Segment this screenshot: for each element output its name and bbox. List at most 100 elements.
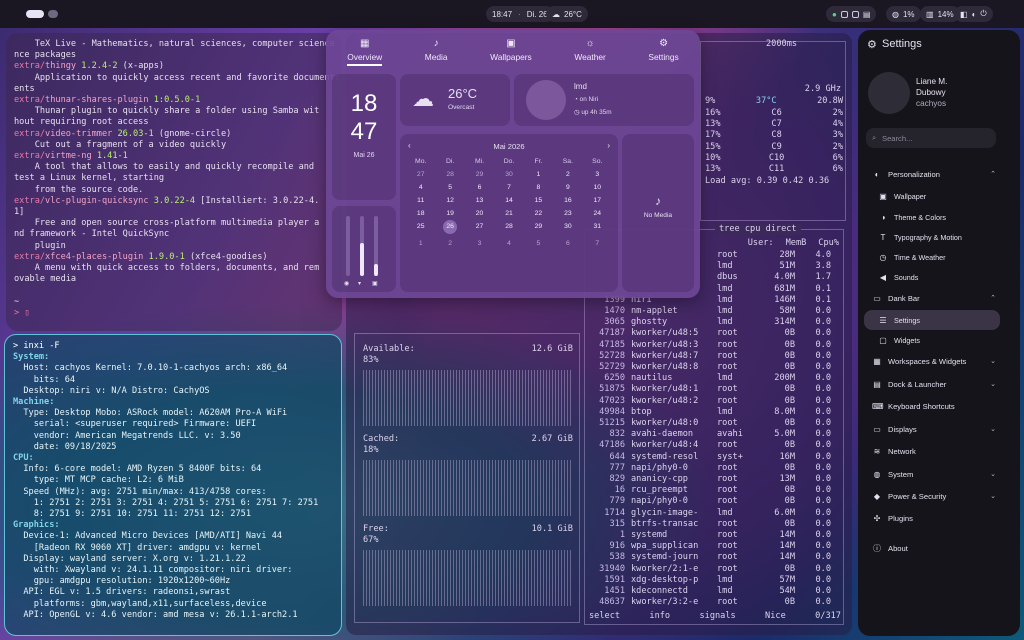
calendar-day[interactable]: 26 — [435, 220, 464, 234]
process-row[interactable]: 779 napi/phy0-0 root 0B 0.0 — [589, 496, 839, 507]
slider-track[interactable] — [374, 216, 378, 276]
calendar-day[interactable]: 19 — [435, 210, 464, 217]
calendar-day[interactable]: 15 — [524, 197, 553, 204]
process-row[interactable]: 916 wpa_supplican root 14M 0.0 — [589, 541, 839, 552]
nav-item-theme-colors[interactable]: ◑ Theme & Colors — [864, 207, 1000, 227]
process-row[interactable]: 538 systemd-journ root 14M 0.0 — [589, 552, 839, 563]
quick-actions-chip[interactable]: ◧ ◐ ⏻ — [954, 6, 993, 22]
tab-wallpapers[interactable]: ▣ Wallpapers — [490, 38, 532, 66]
select-button[interactable]: select — [589, 611, 620, 622]
nice-button[interactable]: Nice — [765, 611, 786, 622]
tab-settings[interactable]: ⚙ Settings — [648, 38, 678, 66]
calendar-day[interactable]: 5 — [435, 184, 464, 191]
col-cpu[interactable]: Cpu% — [818, 238, 839, 249]
next-month-button[interactable]: › — [607, 141, 610, 150]
nav-item-widgets[interactable]: ▢ Widgets — [864, 330, 1000, 350]
calendar-day[interactable]: 7 — [583, 240, 612, 247]
process-row[interactable]: 1714 glycin-image-lmd 6.0M 0.0 — [589, 508, 839, 519]
nav-item-plugins[interactable]: ✣ Plugins — [864, 508, 1000, 528]
calendar-day[interactable]: 6 — [465, 184, 494, 191]
col-user[interactable]: User: — [748, 238, 774, 249]
calendar-day[interactable]: 3 — [583, 171, 612, 178]
process-row[interactable]: 1470 nm-applet lmd 58M 0.0 — [589, 306, 839, 317]
process-row[interactable]: 832 avahi-daemon avahi 5.0M 0.0 — [589, 429, 839, 440]
process-row[interactable]: 51215 kworker/u48:0 root 0B 0.0 — [589, 418, 839, 429]
process-row[interactable]: 47185 kworker/u48:3 root 0B 0.0 — [589, 340, 839, 351]
tray-chip[interactable]: ● ▤ — [826, 6, 877, 22]
process-row[interactable]: 47023 kworker/u48:2 root 0B 0.0 — [589, 396, 839, 407]
calendar-day[interactable]: 30 — [553, 223, 582, 234]
calendar-day[interactable]: 29 — [465, 171, 494, 178]
process-row[interactable]: 47186 kworker/u48:4 root 0B 0.0 — [589, 440, 839, 451]
nav-item-keyboard-shortcuts[interactable]: ⌨ Keyboard Shortcuts — [864, 396, 1000, 416]
process-row[interactable]: 315 btrfs-transac root 0B 0.0 — [589, 519, 839, 530]
slider-track[interactable] — [360, 216, 364, 276]
nav-item-displays[interactable]: ▭ Displays ⌄ — [864, 419, 1000, 439]
process-row[interactable]: 644 systemd-resol syst+ 16M 0.0 — [589, 452, 839, 463]
info-button[interactable]: info — [649, 611, 670, 622]
nav-item-sounds[interactable]: ◀ Sounds — [864, 267, 1000, 287]
process-row[interactable]: 16 rcu_preempt root 0B 0.0 — [589, 485, 839, 496]
calendar-day[interactable]: 11 — [406, 197, 435, 204]
calendar-day[interactable]: 17 — [583, 197, 612, 204]
calendar-day[interactable]: 25 — [406, 223, 435, 234]
calendar-day[interactable]: 6 — [553, 240, 582, 247]
calendar-day[interactable]: 28 — [435, 171, 464, 178]
col-mem[interactable]: MemB — [786, 238, 807, 249]
calendar-day[interactable]: 24 — [583, 210, 612, 217]
calendar-day[interactable]: 30 — [494, 171, 523, 178]
calendar-day[interactable]: 22 — [524, 210, 553, 217]
nav-item-dock-launcher[interactable]: ▤ Dock & Launcher ⌄ — [864, 374, 1000, 394]
calendar-day[interactable]: 12 — [435, 197, 464, 204]
calendar-day[interactable]: 28 — [494, 223, 523, 234]
calendar-day[interactable]: 4 — [494, 240, 523, 247]
process-row[interactable]: 52729 kworker/u48:8 root 0B 0.0 — [589, 362, 839, 373]
tab-media[interactable]: ♪ Media — [425, 38, 448, 66]
calendar-day[interactable]: 1 — [524, 171, 553, 178]
process-row[interactable]: 48637 kworker/3:2-e root 0B 0.0 — [589, 597, 839, 608]
calendar-day[interactable]: 7 — [494, 184, 523, 191]
calendar-day[interactable]: 27 — [406, 171, 435, 178]
signals-button[interactable]: signals — [699, 611, 735, 622]
tab-weather[interactable]: ☼ Weather — [574, 38, 606, 66]
process-row[interactable]: 52728 kworker/u48:7 root 0B 0.0 — [589, 351, 839, 362]
calendar-day[interactable]: 1 — [406, 240, 435, 247]
process-row[interactable]: 31940 kworker/2:1-e root 0B 0.0 — [589, 564, 839, 575]
process-row[interactable]: 1 systemd root 14M 0.0 — [589, 530, 839, 541]
calendar-day[interactable]: 8 — [524, 184, 553, 191]
process-row[interactable]: 47187 kworker/u48:5 root 0B 0.0 — [589, 328, 839, 339]
calendar-day[interactable]: 2 — [435, 240, 464, 247]
nav-item-system[interactable]: ◍ System ⌄ — [864, 464, 1000, 484]
terminal-search-results[interactable]: TeX Live - Mathematics, natural sciences… — [6, 33, 342, 331]
calendar-day[interactable]: 3 — [465, 240, 494, 247]
calendar-day[interactable]: 14 — [494, 197, 523, 204]
workspace-inactive[interactable] — [48, 10, 58, 18]
nav-item-about[interactable]: ⓘ About — [864, 538, 1000, 558]
process-row[interactable]: 829 ananicy-cpp root 13M 0.0 — [589, 474, 839, 485]
nav-item-settings[interactable]: ☰ Settings — [864, 310, 1000, 330]
slider-track[interactable] — [346, 216, 350, 276]
tab-overview[interactable]: ▦ Overview — [347, 38, 383, 66]
nav-item-typography-motion[interactable]: T Typography & Motion — [864, 227, 1000, 247]
calendar-day[interactable]: 27 — [465, 223, 494, 234]
nav-item-workspaces-widgets[interactable]: ▦ Workspaces & Widgets ⌄ — [864, 351, 1000, 371]
process-row[interactable]: 51875 kworker/u48:1 root 0B 0.0 — [589, 384, 839, 395]
settings-search-input[interactable]: ⌕ Search... — [866, 128, 996, 148]
volume-chip[interactable]: ◍ 1% — [886, 6, 921, 22]
calendar-day[interactable]: 5 — [524, 240, 553, 247]
weather-chip[interactable]: ☁ 26°C — [546, 6, 588, 22]
nav-item-wallpaper[interactable]: ▣ Wallpaper — [864, 186, 1000, 206]
clock-chip[interactable]: 18:47 · Di. 26 — [486, 6, 554, 22]
nav-item-power-security[interactable]: ◆ Power & Security ⌄ — [864, 486, 1000, 506]
workspace-indicator[interactable] — [26, 10, 58, 18]
media-card[interactable]: ♪ No Media — [622, 134, 694, 292]
calendar-day[interactable]: 23 — [553, 210, 582, 217]
weather-card[interactable]: ☁ 26°C Overcast — [400, 74, 510, 126]
calendar-day[interactable]: 4 — [406, 184, 435, 191]
process-row[interactable]: 49984 btop lmd 8.0M 0.0 — [589, 407, 839, 418]
process-row[interactable]: 6250 nautilus lmd 200M 0.0 — [589, 373, 839, 384]
calendar-day[interactable]: 9 — [553, 184, 582, 191]
nav-item-time-weather[interactable]: ◷ Time & Weather — [864, 247, 1000, 267]
nav-item-network[interactable]: ≋ Network — [864, 441, 1000, 461]
calendar-day[interactable]: 13 — [465, 197, 494, 204]
